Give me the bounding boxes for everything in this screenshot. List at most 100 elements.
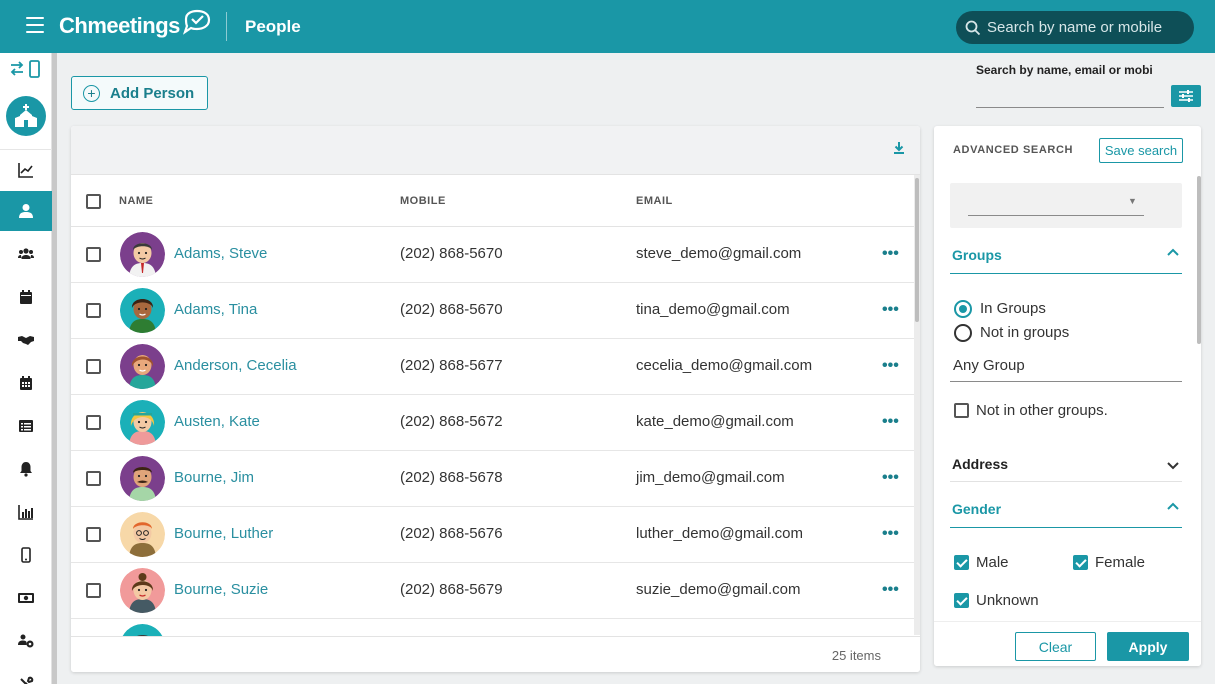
row-checkbox[interactable] xyxy=(86,471,101,486)
more-actions-icon[interactable]: ••• xyxy=(882,245,899,263)
row-checkbox[interactable] xyxy=(86,359,101,374)
avatar xyxy=(120,456,165,501)
table-row[interactable]: Austen, Kate (202) 868-5672 kate_demo@gm… xyxy=(71,395,914,451)
row-checkbox[interactable] xyxy=(86,527,101,542)
sidebar-item-reports[interactable] xyxy=(0,492,52,532)
saved-search-select[interactable]: ▼ xyxy=(950,183,1182,228)
person-name-link[interactable]: Adams, Tina xyxy=(174,301,257,318)
gender-section-divider xyxy=(950,527,1182,528)
more-actions-icon[interactable]: ••• xyxy=(882,301,899,319)
row-checkbox[interactable] xyxy=(86,583,101,598)
person-email: suzie_demo@gmail.com xyxy=(636,581,801,598)
sidebar-item-people-settings[interactable] xyxy=(0,621,52,661)
column-header-mobile[interactable]: MOBILE xyxy=(400,195,446,207)
group-select-value[interactable]: Any Group xyxy=(953,357,1025,374)
sidebar-item-dashboard[interactable] xyxy=(0,150,52,190)
person-icon xyxy=(19,204,33,218)
sidebar-item-people[interactable] xyxy=(0,191,52,231)
table-row[interactable]: Adams, Tina (202) 868-5670 tina_demo@gma… xyxy=(71,283,914,339)
table-row[interactable]: Adams, Steve (202) 868-5670 steve_demo@g… xyxy=(71,227,914,283)
sidebar-item-volunteers[interactable] xyxy=(0,320,52,360)
person-email: jim_demo@gmail.com xyxy=(636,469,785,486)
sidebar-item-notifications[interactable] xyxy=(0,449,52,489)
not-in-groups-radio[interactable] xyxy=(954,324,972,342)
tools-icon xyxy=(20,676,34,684)
person-name-link[interactable]: Adams, Steve xyxy=(174,245,267,262)
person-name-link[interactable]: Anderson, Cecelia xyxy=(174,357,297,374)
table-scrollbar-thumb[interactable] xyxy=(915,178,919,322)
apply-button[interactable]: Apply xyxy=(1107,632,1189,661)
advanced-search-scrollbar[interactable] xyxy=(1197,176,1201,344)
person-name-link[interactable]: Bourne, Suzie xyxy=(174,581,268,598)
avatar xyxy=(120,512,165,557)
male-checkbox[interactable] xyxy=(954,555,969,570)
chevron-up-icon[interactable] xyxy=(1167,248,1179,256)
table-row[interactable]: Anderson, Cecelia (202) 868-5677 cecelia… xyxy=(71,339,914,395)
sidebar-item-forms[interactable] xyxy=(0,406,52,446)
more-actions-icon[interactable]: ••• xyxy=(882,525,899,543)
groups-section-divider xyxy=(950,273,1182,274)
top-bar: Chmeetings People Search by name or mobi… xyxy=(0,0,1215,53)
row-checkbox[interactable] xyxy=(86,415,101,430)
add-person-button[interactable]: + Add Person xyxy=(71,76,208,110)
chat-bubble-logo-icon xyxy=(182,9,211,35)
more-actions-icon[interactable]: ••• xyxy=(882,357,899,375)
save-search-button[interactable]: Save search xyxy=(1099,138,1183,163)
sidebar-item-events[interactable] xyxy=(0,277,52,317)
row-checkbox[interactable] xyxy=(86,303,101,318)
groups-icon xyxy=(18,248,34,259)
items-count: 25 items xyxy=(831,648,881,663)
sidebar-item-calendar[interactable] xyxy=(0,363,52,403)
advanced-search-title: ADVANCED SEARCH xyxy=(953,144,1074,156)
in-groups-radio[interactable] xyxy=(954,300,972,318)
search-placeholder: Search by name or mobile xyxy=(987,19,1163,36)
switch-device-icon[interactable] xyxy=(10,60,42,78)
menu-icon[interactable] xyxy=(26,17,44,33)
sidebar-item-tools[interactable] xyxy=(0,664,52,684)
person-mobile: (202) 868-5677 xyxy=(400,357,503,374)
more-actions-icon[interactable]: ••• xyxy=(882,469,899,487)
not-in-other-groups-checkbox[interactable] xyxy=(954,403,969,418)
table-row[interactable]: Bourne, Jim (202) 868-5678 jim_demo@gmai… xyxy=(71,451,914,507)
sidebar-scrollbar[interactable] xyxy=(52,53,57,684)
filter-toggle-button[interactable] xyxy=(1171,85,1201,107)
person-name-link[interactable]: Austen, Kate xyxy=(174,413,260,430)
gender-section-title[interactable]: Gender xyxy=(952,501,1001,517)
sidebar-item-groups[interactable] xyxy=(0,234,52,274)
church-avatar[interactable] xyxy=(6,96,46,136)
person-mobile: (202) 868-5670 xyxy=(400,245,503,262)
person-name-link[interactable]: Bourne, Jim xyxy=(174,469,254,486)
people-settings-icon xyxy=(18,634,34,648)
address-section-title[interactable]: Address xyxy=(952,456,1008,472)
person-mobile: (202) 868-5679 xyxy=(400,581,503,598)
app-logo[interactable]: Chmeetings xyxy=(59,9,212,39)
chevron-up-icon[interactable] xyxy=(1167,502,1179,510)
more-actions-icon[interactable]: ••• xyxy=(882,581,899,599)
sidebar-item-finance[interactable] xyxy=(0,578,52,618)
page-title: People xyxy=(245,17,301,36)
app-name: Chmeetings xyxy=(59,13,180,38)
clear-button[interactable]: Clear xyxy=(1015,632,1096,661)
female-checkbox[interactable] xyxy=(1073,555,1088,570)
person-mobile: (202) 868-5676 xyxy=(400,525,503,542)
groups-section-title[interactable]: Groups xyxy=(952,247,1002,263)
table-row[interactable]: Bourne, Suzie (202) 868-5679 suzie_demo@… xyxy=(71,563,914,619)
table-footer: 25 items xyxy=(71,636,920,672)
more-actions-icon[interactable]: ••• xyxy=(882,413,899,431)
search-field-input[interactable] xyxy=(976,107,1164,108)
unknown-checkbox[interactable] xyxy=(954,593,969,608)
select-all-checkbox[interactable] xyxy=(86,194,101,209)
column-header-name[interactable]: NAME xyxy=(119,195,153,207)
table-row[interactable] xyxy=(71,619,914,636)
download-icon[interactable] xyxy=(893,141,905,155)
global-search-input[interactable]: Search by name or mobile xyxy=(956,11,1194,44)
chevron-down-icon[interactable] xyxy=(1167,462,1179,470)
person-name-link[interactable]: Bourne, Luther xyxy=(174,525,273,542)
row-checkbox[interactable] xyxy=(86,247,101,262)
in-groups-label: In Groups xyxy=(980,300,1046,317)
sidebar-item-mobile[interactable] xyxy=(0,535,52,575)
search-icon xyxy=(965,20,981,35)
avatar xyxy=(120,624,165,636)
column-header-email[interactable]: EMAIL xyxy=(636,195,673,207)
table-row[interactable]: Bourne, Luther (202) 868-5676 luther_dem… xyxy=(71,507,914,563)
